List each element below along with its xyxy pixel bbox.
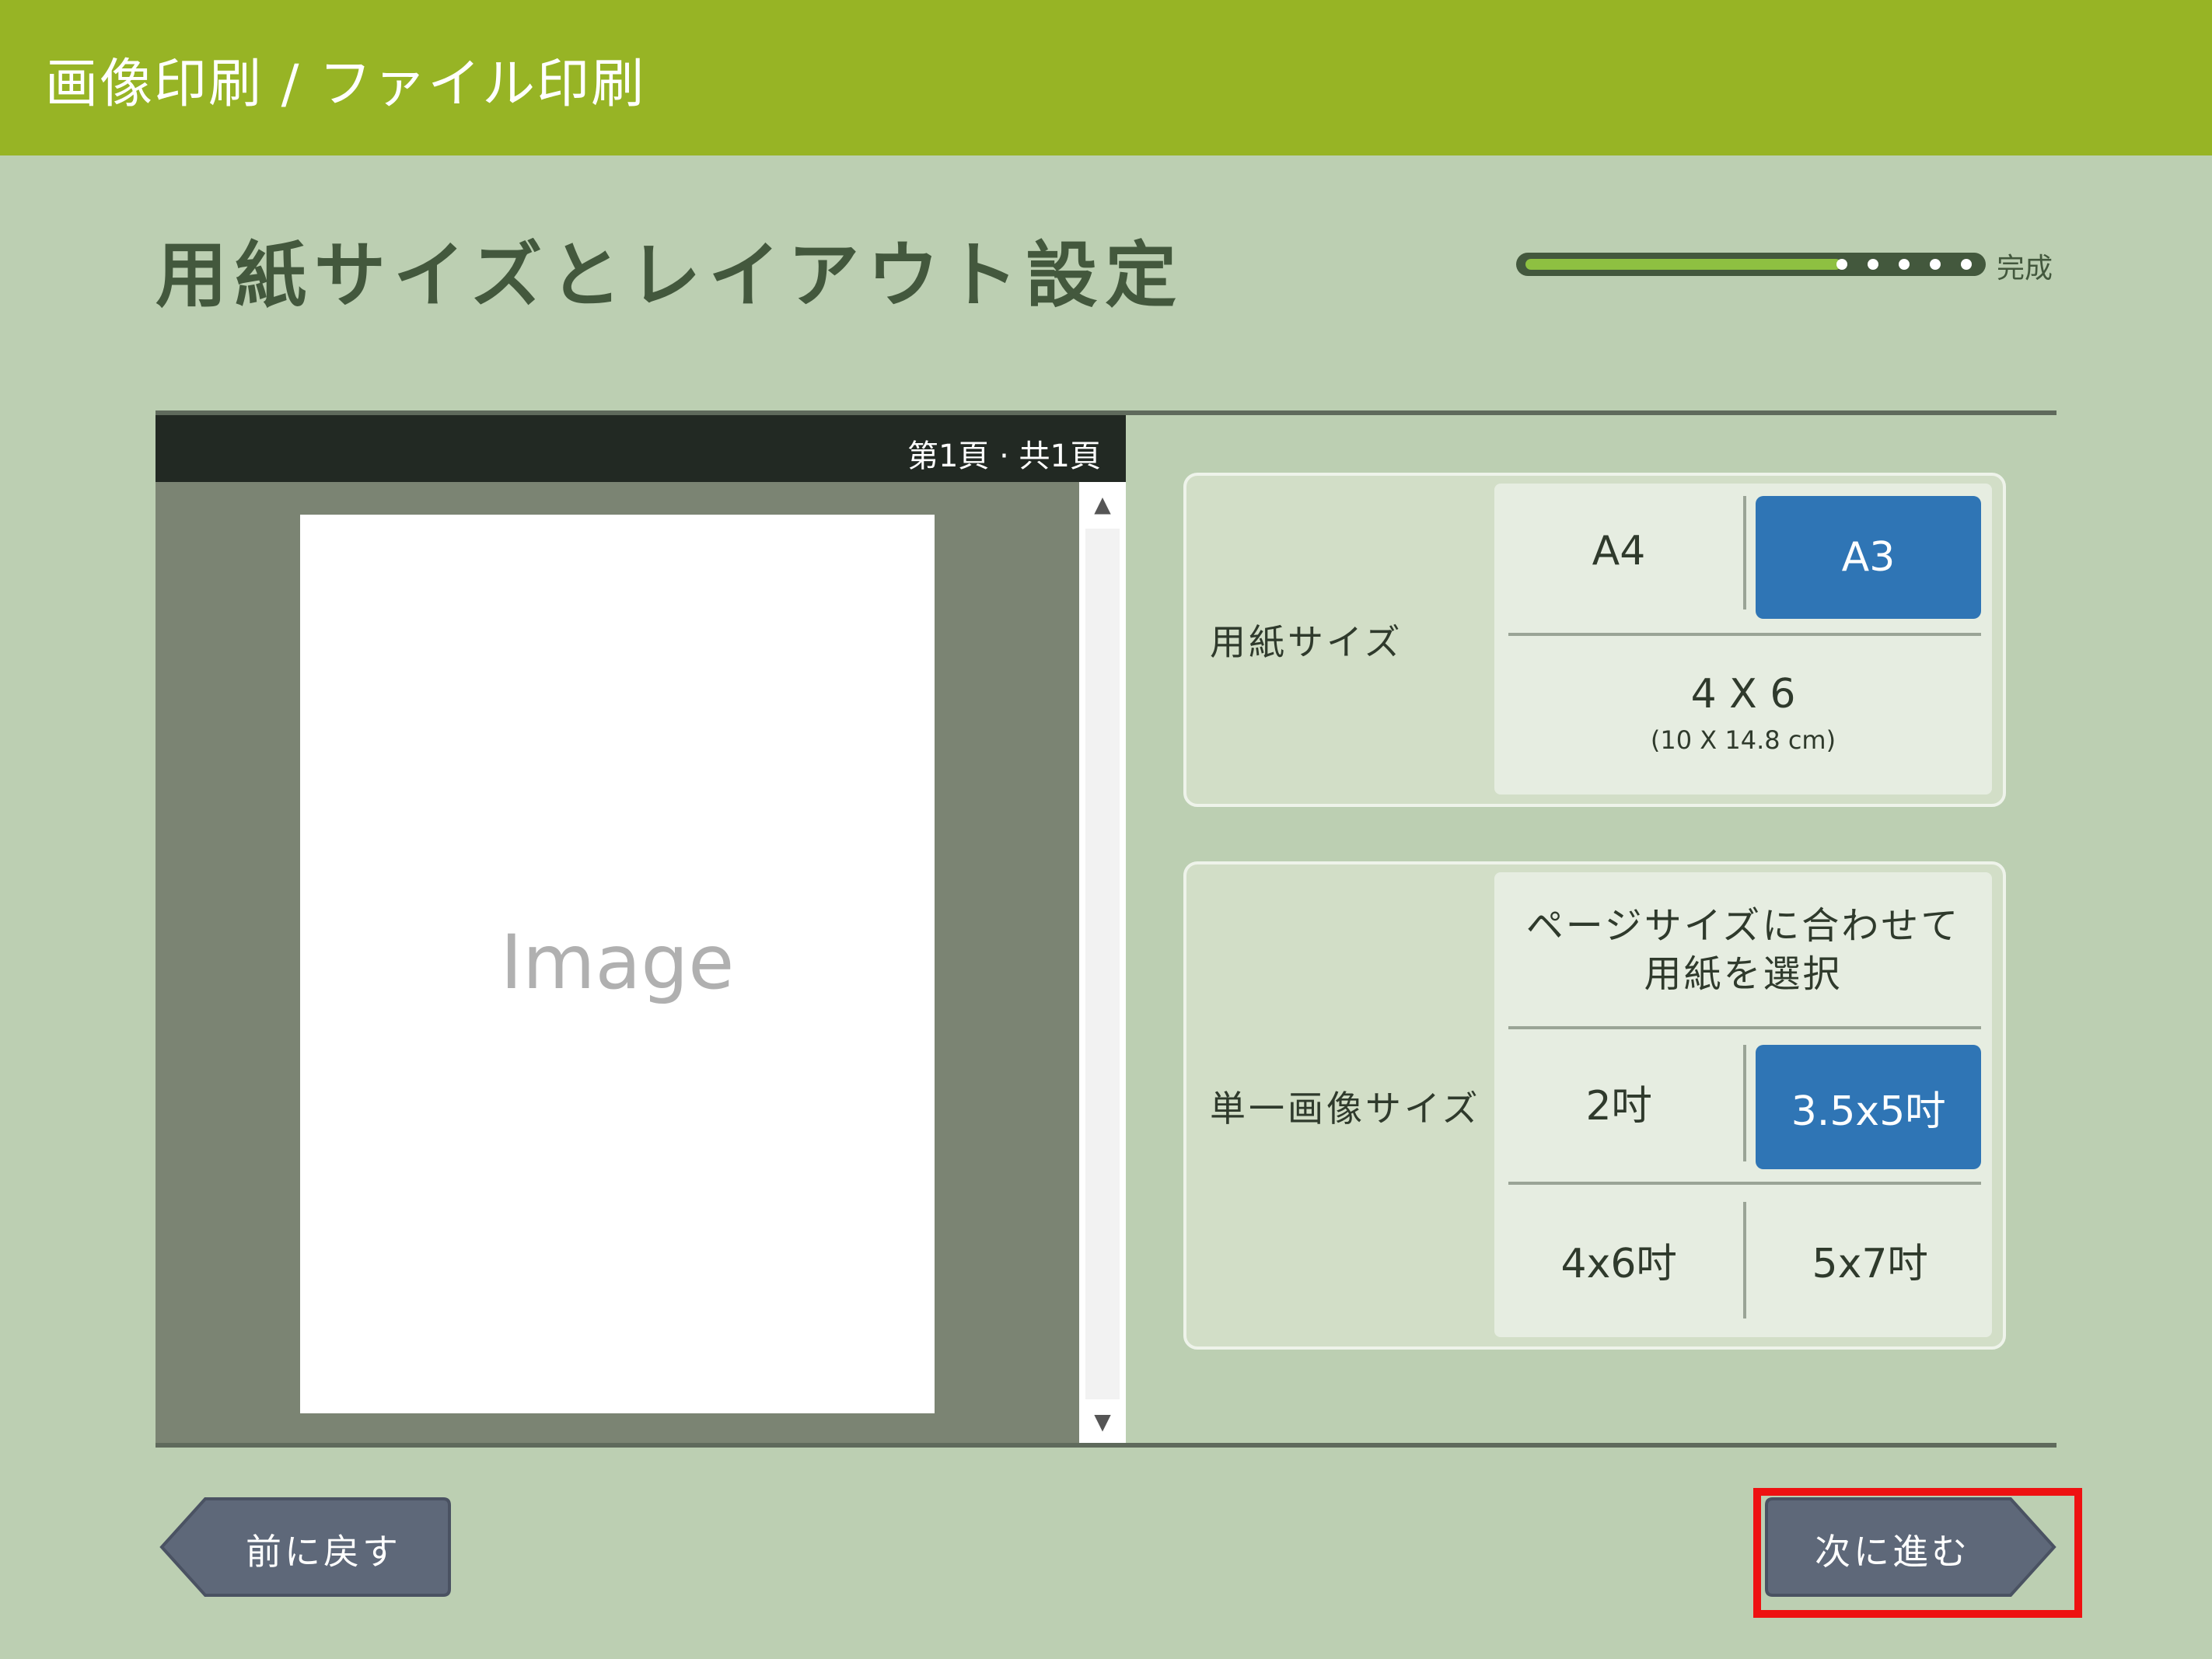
- paper-size-a3-label: A3: [1841, 534, 1896, 581]
- divider: [156, 1443, 2056, 1448]
- image-size-5x7in-label: 5x7吋: [1812, 1240, 1928, 1287]
- divider: [1743, 1202, 1746, 1318]
- progress-step-dot: [1930, 259, 1941, 270]
- divider: [1743, 496, 1746, 609]
- paper-size-4x6-sublabel: (10 X 14.8 cm): [1650, 725, 1836, 755]
- divider: [1508, 1026, 1981, 1029]
- image-size-3-5x5in[interactable]: 3.5x5吋: [1756, 1045, 1981, 1169]
- fit-to-page-label: ページサイズに合わせて 用紙を選択: [1525, 903, 1961, 996]
- header-bar: 画像印刷 / ファイル印刷: [0, 0, 2212, 155]
- preview-scrollbar[interactable]: ▲ ▼: [1079, 482, 1126, 1443]
- image-size-panel: 単一画像サイズ ページサイズに合わせて 用紙を選択 2吋 3.5x5吋 4x6吋…: [1183, 861, 2006, 1350]
- paper-size-a4[interactable]: A4: [1497, 490, 1740, 613]
- header-title: 画像印刷 / ファイル印刷: [45, 54, 646, 115]
- progress-step-dot: [1899, 259, 1910, 270]
- back-button-label: 前に戻す: [246, 1531, 401, 1573]
- progress-step-dot: [1836, 259, 1847, 270]
- back-button[interactable]: 前に戻す: [159, 1496, 453, 1598]
- fit-to-page-option[interactable]: ページサイズに合わせて 用紙を選択: [1497, 880, 1989, 1020]
- progress-label: 完成: [1997, 253, 2053, 285]
- scroll-up-arrow-icon[interactable]: ▲: [1079, 482, 1126, 526]
- highlight-box: [1753, 1488, 2082, 1618]
- progress-step-dot: [1961, 259, 1972, 270]
- page-title: 用紙サイズとレイアウト設定: [156, 234, 1185, 317]
- divider: [1508, 1182, 1981, 1185]
- image-size-5x7in[interactable]: 5x7吋: [1751, 1191, 1989, 1328]
- divider: [1743, 1045, 1746, 1161]
- paper-size-label: 用紙サイズ: [1210, 621, 1403, 663]
- image-size-options: ページサイズに合わせて 用紙を選択 2吋 3.5x5吋 4x6吋 5x7吋: [1494, 872, 1992, 1337]
- image-size-2in-label: 2吋: [1585, 1082, 1652, 1130]
- image-size-label: 単一画像サイズ: [1210, 1088, 1481, 1130]
- paper-size-4x6[interactable]: 4 X 6 (10 X 14.8 cm): [1497, 639, 1989, 787]
- progress-bar: [1516, 253, 1986, 276]
- paper-size-a4-label: A4: [1592, 528, 1646, 575]
- paper-size-a3[interactable]: A3: [1756, 496, 1981, 619]
- paper-size-panel: 用紙サイズ A4 A3 4 X 6 (10 X 14.8 cm): [1183, 473, 2006, 807]
- paper-size-4x6-label: 4 X 6: [1690, 671, 1796, 718]
- preview-header: 第1頁 · 共1頁: [156, 415, 1126, 482]
- divider: [1508, 633, 1981, 636]
- progress-fill: [1525, 259, 1841, 270]
- print-preview: 第1頁 · 共1頁 Image ▲ ▼: [156, 415, 1126, 1443]
- image-size-4x6in-label: 4x6吋: [1560, 1240, 1677, 1287]
- preview-paper: Image: [300, 515, 935, 1413]
- image-size-2in[interactable]: 2吋: [1497, 1036, 1740, 1168]
- progress-step-dot: [1868, 259, 1878, 270]
- paper-size-options: A4 A3 4 X 6 (10 X 14.8 cm): [1494, 484, 1992, 795]
- image-size-4x6in[interactable]: 4x6吋: [1497, 1191, 1740, 1328]
- scroll-track[interactable]: [1085, 529, 1120, 1399]
- scroll-down-arrow-icon[interactable]: ▼: [1079, 1399, 1126, 1443]
- image-size-3-5x5in-label: 3.5x5吋: [1791, 1088, 1946, 1135]
- image-placeholder: Image: [500, 919, 735, 1006]
- page-indicator: 第1頁 · 共1頁: [907, 438, 1101, 474]
